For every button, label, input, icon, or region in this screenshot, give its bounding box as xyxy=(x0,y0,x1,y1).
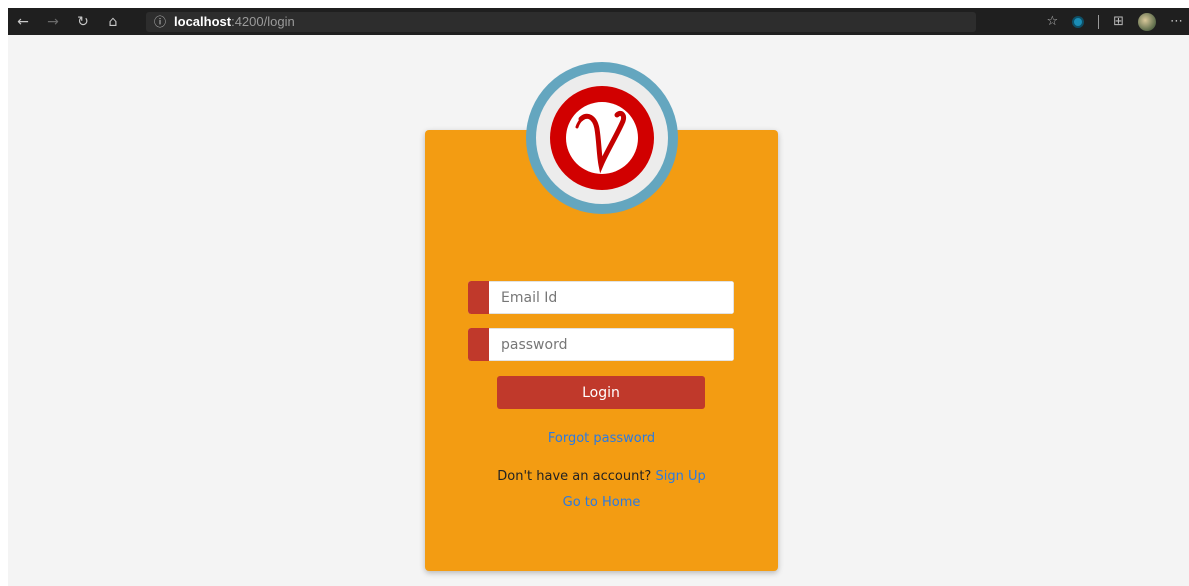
browser-toolbar: ← → ↻ ⌂ ⓘ localhost:4200/login ☆ ⊞ ⋯ xyxy=(8,8,1189,35)
more-icon[interactable]: ⋯ xyxy=(1170,14,1183,29)
page-background: Login Forgot password Don't have an acco… xyxy=(8,35,1189,586)
v-logo-icon xyxy=(550,86,654,190)
address-bar[interactable]: ⓘ localhost:4200/login xyxy=(146,11,976,32)
go-home-link[interactable]: Go to Home xyxy=(563,495,641,510)
reload-icon[interactable]: ↻ xyxy=(68,8,98,35)
password-input[interactable] xyxy=(489,328,734,361)
signup-link[interactable]: Sign Up xyxy=(655,469,705,484)
email-field xyxy=(468,281,734,314)
password-field-tab xyxy=(468,328,489,361)
home-row: Go to Home xyxy=(425,491,778,510)
login-button[interactable]: Login xyxy=(497,376,705,409)
favorite-star-icon[interactable]: ☆ xyxy=(1046,14,1058,29)
url-path: :4200/login xyxy=(231,14,295,29)
forward-icon[interactable]: → xyxy=(38,8,68,35)
email-field-tab xyxy=(468,281,489,314)
back-icon[interactable]: ← xyxy=(8,8,38,35)
extension-icon[interactable] xyxy=(1072,15,1085,28)
url-host: localhost xyxy=(174,14,232,29)
no-account-text: Don't have an account? xyxy=(497,469,652,484)
profile-avatar[interactable] xyxy=(1138,12,1156,31)
logo-inner xyxy=(536,72,668,204)
password-field xyxy=(468,328,734,361)
forgot-password-row: Forgot password xyxy=(425,427,778,446)
home-icon[interactable]: ⌂ xyxy=(98,8,128,35)
site-info-icon[interactable]: ⓘ xyxy=(154,13,166,30)
logo xyxy=(526,62,678,214)
collections-icon[interactable]: ⊞ xyxy=(1113,14,1124,29)
forgot-password-link[interactable]: Forgot password xyxy=(548,431,655,446)
toolbar-divider xyxy=(1098,14,1100,29)
signup-row: Don't have an account? Sign Up xyxy=(425,469,778,484)
email-input[interactable] xyxy=(489,281,734,314)
